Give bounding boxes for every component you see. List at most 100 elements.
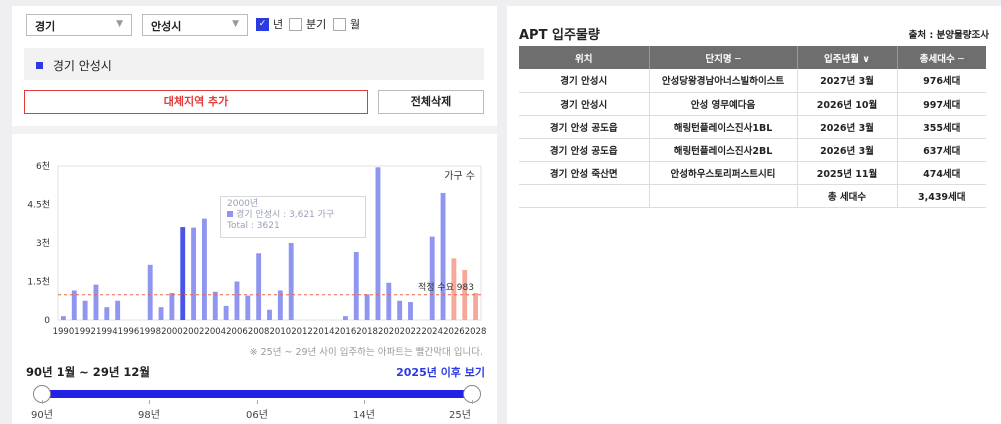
col-header-move-in-date[interactable]: 입주년월 ∨ — [797, 46, 898, 69]
col-header-households[interactable]: 총세대수 ─ — [897, 46, 986, 69]
chart-bar — [288, 243, 294, 320]
view-after-2025-link[interactable]: 2025년 이후 보기 — [396, 364, 485, 380]
data-source-label: 출처 : 분양물량조사 — [908, 30, 989, 41]
period-year-option[interactable]: ✓ 년 — [256, 16, 283, 32]
chart-bar — [104, 307, 110, 320]
add-compare-region-button[interactable]: 대체지역 추가 — [24, 90, 368, 114]
slider-tick-label: 14년 — [353, 410, 375, 421]
apt-section-title: APT 입주물량 — [519, 28, 600, 43]
x-tick-label: 1990 — [53, 327, 75, 337]
cell-location: 경기 안성시 — [519, 92, 650, 116]
slider-tick — [42, 400, 43, 404]
province-value: 경기 — [35, 20, 56, 33]
cell-move-in-date: 2026년 10월 — [797, 92, 898, 116]
chart-bar — [93, 284, 99, 320]
cell-move-in-date: 2026년 3월 — [797, 138, 898, 162]
table-row: 경기 안성시 안성 영무예다음 2026년 10월 997세대 — [519, 92, 986, 116]
period-month-option[interactable]: 월 — [333, 16, 360, 32]
move-in-volume-chart: 01.5천3천4.5천6천적정 수요 983가구 수1990 1992 1994 19… — [27, 161, 487, 337]
checkbox-icon[interactable] — [333, 17, 346, 31]
chart-bar — [364, 294, 370, 320]
y-tick-label: 1.5천 — [27, 277, 50, 288]
period-month-label: 월 — [350, 18, 361, 31]
reference-line-label: 적정 수요 983 — [418, 281, 474, 293]
chart-bar — [147, 264, 153, 320]
y-tick-label: 4.5천 — [27, 200, 50, 211]
table-row: 경기 안성 공도읍 해링턴플레이스진사2BL 2026년 3월 637세대 — [519, 138, 986, 162]
chart-bar — [440, 192, 446, 320]
city-value: 안성시 — [151, 20, 182, 33]
chart-bar — [473, 293, 479, 320]
x-tick-label: 2028 — [465, 327, 487, 337]
range-slider-track[interactable] — [42, 390, 472, 398]
forecast-note: ※ 25년 ~ 29년 사이 입주하는 아파트는 빨간막대 입니다. — [249, 347, 483, 358]
x-tick-label: 1994 — [96, 327, 118, 337]
cell-complex: 안성 영무예다음 — [649, 92, 798, 116]
x-tick-label: 2010 — [270, 327, 292, 337]
tooltip-total: Total : 3621 — [227, 221, 280, 231]
cell-complex: 해링턴플레이스진사2BL — [649, 138, 798, 162]
y-axis-unit-label: 가구 수 — [444, 170, 475, 182]
x-tick-label: 2004 — [204, 327, 226, 337]
x-tick-label: 2002 — [183, 327, 205, 337]
x-tick-label: 1992 — [74, 327, 96, 337]
slider-tick-label: 90년 — [31, 410, 53, 421]
x-tick-label: 2014 — [313, 327, 335, 337]
city-select[interactable]: 안성시 ▼ — [142, 14, 248, 36]
tooltip-value: 경기 안성시 : 3,621 가구 — [236, 210, 335, 220]
total-value: 3,439세대 — [897, 184, 986, 208]
checkbox-icon[interactable] — [289, 17, 302, 31]
y-tick-label: 6천 — [36, 161, 50, 172]
x-tick-label: 2026 — [443, 327, 465, 337]
cell-households: 637세대 — [897, 138, 986, 162]
chevron-down-icon: ▼ — [116, 19, 123, 29]
left-panel: 경기 ▼ 안성시 ▼ ✓ 년 분기 월 경기 안성시 대체지역 추가 전체삭제 … — [12, 6, 497, 424]
chart-bar — [386, 282, 392, 320]
chart-bar — [158, 307, 164, 320]
delete-all-button[interactable]: 전체삭제 — [378, 90, 484, 114]
chart-bar — [245, 295, 251, 320]
cell-move-in-date: 2026년 3월 — [797, 115, 898, 139]
x-tick-label: 2006 — [226, 327, 248, 337]
chart-bar — [342, 316, 348, 320]
y-tick-label: 3천 — [36, 238, 50, 249]
right-panel: APT 입주물량 출처 : 분양물량조사 위치 단지명 ─ 입주년월 ∨ 총세대… — [507, 6, 1001, 424]
x-tick-label: 2012 — [291, 327, 313, 337]
apt-move-in-table: 위치 단지명 ─ 입주년월 ∨ 총세대수 ─ 경기 안성시 안성당왕경남아너스빌… — [519, 46, 986, 208]
x-tick-label: 2008 — [248, 327, 270, 337]
cell-move-in-date: 2027년 3월 — [797, 69, 898, 93]
cell-complex: 안성하우스토리퍼스트시티 — [649, 161, 798, 185]
chart-bar — [408, 302, 413, 320]
slider-tick-label: 06년 — [246, 410, 268, 421]
range-title: 90년 1월 ~ 29년 12월 — [26, 365, 150, 379]
cell-location: 경기 안성 죽산면 — [519, 161, 650, 185]
x-tick-label: 2016 — [335, 327, 357, 337]
chart-bar — [256, 253, 262, 320]
slider-tick-label: 98년 — [138, 410, 160, 421]
period-quarter-label: 분기 — [306, 18, 327, 31]
cell-move-in-date: 2025년 11월 — [797, 161, 898, 185]
x-tick-label: 2024 — [421, 327, 443, 337]
chart-bar — [353, 251, 359, 320]
selected-region-item: 경기 안성시 — [52, 59, 112, 73]
selected-region-list: 경기 안성시 — [24, 48, 484, 80]
cell-location: 경기 안성 공도읍 — [519, 138, 650, 162]
total-label: 총 세대수 — [797, 184, 898, 208]
chart-bar — [375, 167, 381, 320]
chart-bar — [191, 227, 197, 320]
table-row: 경기 안성 죽산면 안성하우스토리퍼스트시티 2025년 11월 474세대 — [519, 161, 986, 185]
chart-bar — [267, 309, 272, 320]
slider-tick — [257, 400, 258, 404]
slider-tick — [364, 400, 365, 404]
col-header-location[interactable]: 위치 — [519, 46, 650, 69]
province-select[interactable]: 경기 ▼ — [26, 14, 132, 36]
col-header-complex[interactable]: 단지명 ─ — [649, 46, 798, 69]
checkbox-checked-icon[interactable]: ✓ — [256, 17, 269, 31]
slider-tick — [472, 400, 473, 404]
chart-bar — [180, 227, 186, 320]
chart-bar — [115, 300, 121, 320]
slider-tick-label: 25년 — [449, 410, 471, 421]
x-tick-label: 2022 — [400, 327, 422, 337]
period-quarter-option[interactable]: 분기 — [289, 16, 326, 32]
x-tick-label: 2020 — [378, 327, 400, 337]
